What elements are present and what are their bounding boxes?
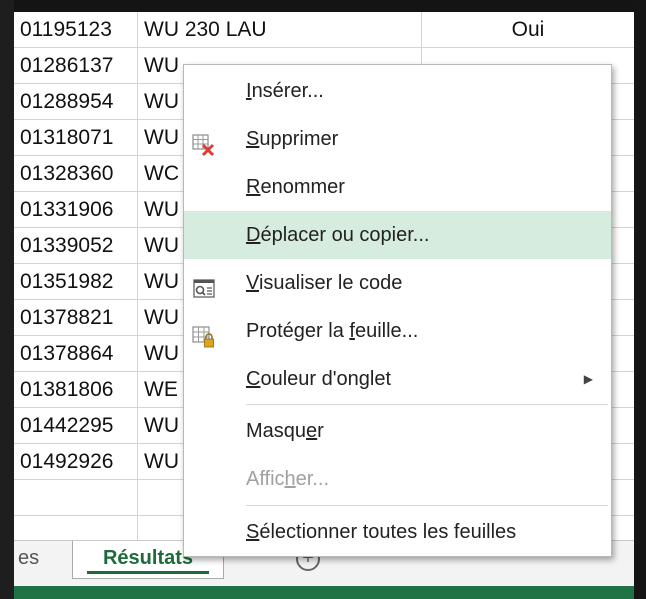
- menu-separator: [246, 505, 608, 506]
- cell-id[interactable]: 01378864: [14, 336, 138, 372]
- submenu-arrow-icon: ▶: [583, 372, 593, 386]
- cell-name[interactable]: WU 230 LAU: [138, 12, 422, 48]
- menu-item-select-all-sheets[interactable]: Sélectionner toutes les feuilles: [184, 508, 611, 556]
- menu-item-delete[interactable]: Supprimer: [184, 115, 611, 163]
- view-code-icon: [192, 271, 216, 298]
- cell-id[interactable]: 01331906: [14, 192, 138, 228]
- cell-id[interactable]: [14, 516, 138, 540]
- menu-item-insert[interactable]: Insérer...: [184, 67, 611, 115]
- menu-item-rename[interactable]: Renommer: [184, 163, 611, 211]
- menu-item-unhide: Afficher...: [246, 468, 330, 490]
- menu-item-protect-sheet[interactable]: Protéger la feuille...: [184, 307, 611, 355]
- window-right-edge: [634, 0, 646, 599]
- cell-id[interactable]: 01339052: [14, 228, 138, 264]
- menu-separator: [246, 404, 608, 405]
- cell-id[interactable]: 01378821: [14, 300, 138, 336]
- cell-id[interactable]: 01492926: [14, 444, 138, 480]
- sheet-tab-previous[interactable]: es: [18, 541, 39, 577]
- cell-id[interactable]: 01286137: [14, 48, 138, 84]
- delete-sheet-icon: [192, 127, 216, 157]
- cell-id[interactable]: 01381806: [14, 372, 138, 408]
- cell-id[interactable]: 01288954: [14, 84, 138, 120]
- menu-item-hide[interactable]: Masquer: [184, 407, 611, 455]
- cell-value[interactable]: Oui: [422, 12, 634, 48]
- cell-id[interactable]: 01351982: [14, 264, 138, 300]
- menu-item-move-copy[interactable]: Déplacer ou copier...: [184, 211, 611, 259]
- status-bar: [14, 586, 634, 599]
- protect-sheet-icon: [192, 319, 216, 348]
- cell-id[interactable]: 01442295: [14, 408, 138, 444]
- window-left-edge: [0, 0, 14, 599]
- cell-id[interactable]: [14, 480, 138, 516]
- cell-id[interactable]: 01328360: [14, 156, 138, 192]
- cell-id[interactable]: 01318071: [14, 120, 138, 156]
- menu-item-view-code[interactable]: Visualiser le code: [184, 259, 611, 307]
- window-top-edge: [0, 0, 646, 12]
- cell-id[interactable]: 01195123: [14, 12, 138, 48]
- menu-item-tab-color[interactable]: Couleur d'onglet ▶: [184, 355, 611, 403]
- sheet-context-menu: Insérer... Supprimer Renommer Déplacer o…: [183, 64, 612, 557]
- table-row[interactable]: 01195123 WU 230 LAU Oui: [14, 12, 634, 48]
